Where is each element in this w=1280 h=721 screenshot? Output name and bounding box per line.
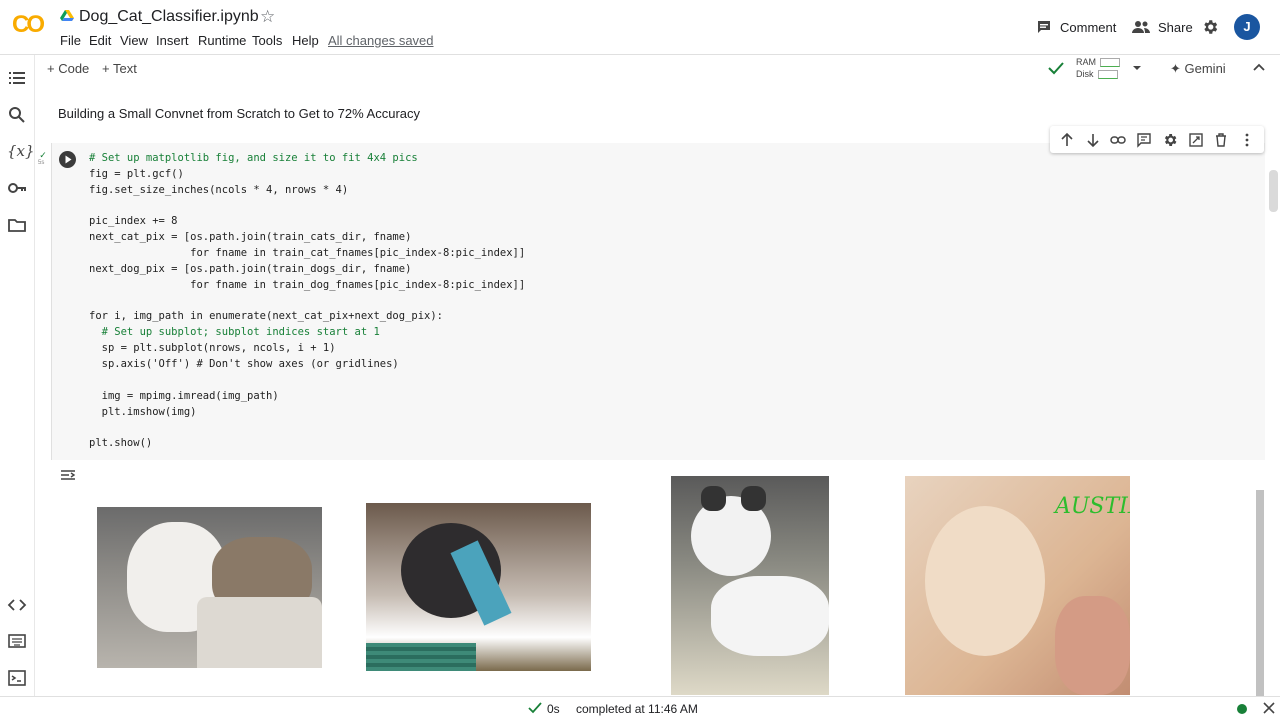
watermark-text: AUSTIN xyxy=(1055,494,1130,519)
play-icon xyxy=(65,155,72,164)
variables-icon[interactable]: {x} xyxy=(7,141,35,161)
delete-icon[interactable] xyxy=(1213,132,1229,148)
drive-icon[interactable] xyxy=(60,10,74,22)
comment-cell-icon[interactable] xyxy=(1136,132,1152,148)
menu-view[interactable]: View xyxy=(120,33,148,48)
disk-bar xyxy=(1097,70,1118,80)
notebook-title[interactable]: Dog_Cat_Classifier.ipynb xyxy=(79,8,259,26)
close-icon[interactable] xyxy=(1262,701,1276,715)
menu-file[interactable]: File xyxy=(60,33,81,48)
code-editor[interactable]: # Set up matplotlib fig, and size it to … xyxy=(89,151,525,452)
add-code-button[interactable]: + Code xyxy=(47,61,89,76)
sparkle-icon: ✦ xyxy=(1170,61,1185,76)
execution-time: 5s xyxy=(38,160,45,166)
share-button[interactable]: Share xyxy=(1132,17,1193,37)
comment-label: Comment xyxy=(1060,19,1117,35)
menu-tools[interactable]: Tools xyxy=(252,33,282,48)
people-icon xyxy=(1132,21,1150,33)
command-palette-icon[interactable] xyxy=(7,631,27,651)
share-label: Share xyxy=(1158,19,1193,35)
menu-help[interactable]: Help xyxy=(292,33,319,48)
folder-icon[interactable] xyxy=(7,215,27,235)
avatar[interactable]: J xyxy=(1234,14,1260,40)
text-cell-heading[interactable]: Building a Small Convnet from Scratch to… xyxy=(58,106,420,121)
code-line: for fname in train_dog_fnames[pic_index-… xyxy=(89,278,526,291)
code-line: sp.axis('Off') # Don't show axes (or gri… xyxy=(89,357,399,370)
search-icon[interactable] xyxy=(7,105,27,125)
gemini-label: Gemini xyxy=(1184,61,1226,76)
code-line: for fname in train_cat_fnames[pic_index-… xyxy=(89,247,526,260)
code-line: for i, img_path in enumerate(next_cat_pi… xyxy=(89,310,444,323)
add-text-button[interactable]: + Text xyxy=(102,61,137,76)
cat-image-3 xyxy=(671,476,829,695)
disk-label: Disk xyxy=(1076,69,1094,79)
menu-edit[interactable]: Edit xyxy=(89,33,111,48)
status-duration: 0s xyxy=(547,702,560,716)
output-scrollbar[interactable] xyxy=(1254,476,1266,696)
status-completed-text[interactable]: completed at 11:46 AM xyxy=(576,702,698,716)
cat-image-4: AUSTIN xyxy=(905,476,1130,695)
key-icon[interactable] xyxy=(7,178,27,198)
menu-insert[interactable]: Insert xyxy=(156,33,189,48)
table-of-contents-icon[interactable] xyxy=(7,68,27,88)
cell-settings-gear-icon[interactable] xyxy=(1162,132,1178,148)
connected-check-icon[interactable] xyxy=(1048,61,1064,75)
mirror-cell-icon[interactable] xyxy=(1188,132,1204,148)
settings-gear-icon[interactable] xyxy=(1201,18,1219,36)
move-down-icon[interactable] xyxy=(1085,132,1101,148)
cat-image-2 xyxy=(366,503,591,671)
comment-icon xyxy=(1038,21,1050,33)
status-check-icon xyxy=(528,702,542,714)
status-indicator xyxy=(1237,704,1247,714)
output-settings-icon[interactable] xyxy=(60,467,76,483)
move-up-icon[interactable] xyxy=(1059,132,1075,148)
menu-runtime[interactable]: Runtime xyxy=(198,33,246,48)
code-line: plt.show() xyxy=(89,437,153,450)
code-line: next_cat_pix = [os.path.join(train_cats_… xyxy=(89,231,412,244)
code-line: sp = plt.subplot(nrows, ncols, i + 1) xyxy=(89,342,336,355)
star-icon[interactable]: ☆ xyxy=(260,7,275,27)
code-line: # Set up matplotlib fig, and size it to … xyxy=(89,152,418,164)
code-line: next_dog_pix = [os.path.join(train_dogs_… xyxy=(89,262,412,275)
more-vert-icon[interactable] xyxy=(1239,132,1255,148)
cat-image-1 xyxy=(97,507,322,668)
link-icon[interactable] xyxy=(1110,132,1127,148)
terminal-icon[interactable] xyxy=(7,668,27,688)
executed-check-icon: ✓ xyxy=(39,150,47,160)
code-line: # Set up subplot; subplot indices start … xyxy=(89,326,380,339)
chevron-up-icon[interactable] xyxy=(1252,60,1266,74)
code-snippets-icon[interactable] xyxy=(7,595,27,615)
gemini-button[interactable]: ✦ Gemini xyxy=(1170,61,1226,77)
ram-bar xyxy=(1100,58,1120,68)
resource-monitor[interactable]: RAM Disk xyxy=(1076,56,1120,80)
cell-toolbar xyxy=(1050,126,1264,153)
colab-logo[interactable]: CO xyxy=(12,12,48,38)
chevron-down-icon[interactable] xyxy=(1131,62,1143,74)
comment-button[interactable]: Comment xyxy=(1036,17,1116,37)
ram-label: RAM xyxy=(1076,57,1096,67)
code-line: plt.imshow(img) xyxy=(89,405,197,418)
save-status[interactable]: All changes saved xyxy=(328,33,434,48)
code-line: fig.set_size_inches(ncols * 4, nrows * 4… xyxy=(89,183,349,196)
code-line: pic_index += 8 xyxy=(89,215,178,228)
run-cell-button[interactable] xyxy=(59,151,76,168)
code-line: fig = plt.gcf() xyxy=(89,167,184,180)
code-line: img = mpimg.imread(img_path) xyxy=(89,389,279,402)
notebook-scrollbar[interactable] xyxy=(1269,170,1278,212)
